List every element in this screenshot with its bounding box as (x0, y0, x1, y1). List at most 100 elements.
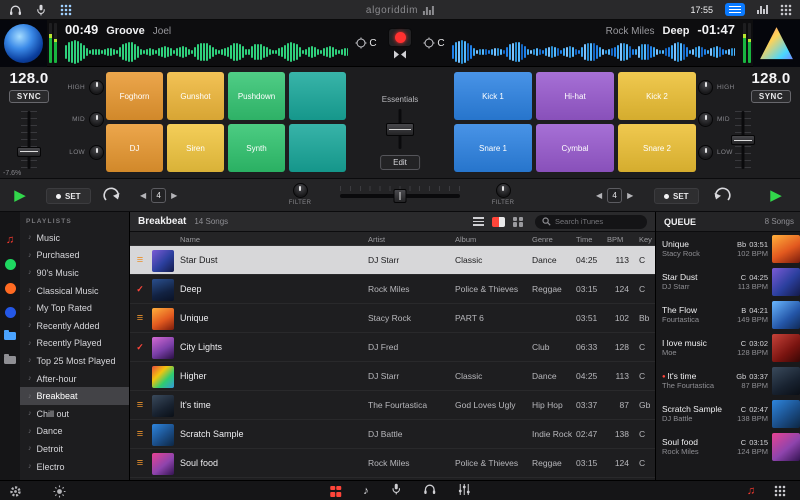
crossfader[interactable] (340, 186, 460, 204)
eq-mid-knob[interactable] (698, 112, 713, 127)
itunes-library-icon-active[interactable]: ♫ (744, 484, 758, 498)
headphones-icon[interactable] (8, 3, 22, 17)
levels-icon[interactable] (757, 5, 768, 14)
search-input[interactable] (555, 217, 640, 226)
deck-left-cue-jump-icon[interactable] (102, 187, 122, 203)
pitch-fader-thumb[interactable] (731, 135, 755, 145)
sample-pad[interactable]: Siren (167, 124, 224, 172)
track-marker-icon[interactable] (132, 283, 148, 295)
eq-high-knob[interactable] (89, 80, 104, 95)
loop-length-value[interactable]: 4 (607, 188, 622, 203)
playlist-item[interactable]: ♪ Breakbeat (20, 387, 129, 405)
deck-left-waveform[interactable] (65, 38, 348, 66)
beatport-source-icon[interactable] (4, 306, 16, 318)
fx-sliders-icon[interactable] (458, 482, 470, 500)
playlist-item[interactable]: ♪ Purchased (20, 247, 129, 265)
track-marker-icon[interactable] (132, 254, 148, 266)
eq-mid-knob[interactable] (89, 112, 104, 127)
crossfader-thumb[interactable] (394, 189, 407, 203)
sample-pad[interactable]: Gunshot (167, 72, 224, 120)
track-marker-icon[interactable] (132, 312, 148, 324)
track-row[interactable]: City Lights DJ Fred Club 06:33 128 C (130, 333, 655, 362)
sampler-fader-thumb[interactable] (386, 123, 414, 136)
column-name[interactable]: Name (180, 235, 200, 244)
sources-grid-icon[interactable] (773, 484, 787, 498)
list-view-icon[interactable] (473, 217, 484, 226)
track-row[interactable]: It's time The Fourtastica God Loves Ugly… (130, 391, 655, 420)
table-column-header[interactable]: Name Artist Album Genre Time BPM Key (130, 232, 655, 246)
loop-decrease-icon[interactable]: ◀ (596, 191, 602, 200)
track-row[interactable]: Higher DJ Starr Classic Dance 04:25 113 … (130, 362, 655, 391)
track-marker-icon[interactable] (132, 457, 148, 469)
playlist-item[interactable]: ♪ Dance (20, 423, 129, 441)
itunes-source-icon[interactable]: ♫ (4, 234, 16, 246)
sample-pad[interactable]: Synth (228, 124, 285, 172)
eq-low-knob[interactable] (698, 145, 713, 160)
playlist-item[interactable]: ♪ Electro (20, 458, 129, 476)
files-folder-icon[interactable] (4, 330, 16, 342)
deck-left-sync-button[interactable]: SYNC (9, 90, 49, 103)
playlist-item[interactable]: ♪ Classical Music (20, 282, 129, 300)
sample-pad[interactable]: Snare 1 (454, 124, 532, 172)
eq-low-knob[interactable] (89, 145, 104, 160)
deck-right-waveform[interactable] (452, 38, 735, 66)
soundcloud-source-icon[interactable] (4, 282, 16, 294)
playlist-item[interactable]: ♪ Recently Played (20, 335, 129, 353)
playlist-item[interactable]: ♪ Music (20, 229, 129, 247)
queue-item[interactable]: Soul food Rock Miles C03:15 124 BPM (656, 430, 800, 463)
microphone-icon[interactable] (34, 3, 48, 17)
sample-pad[interactable]: Kick 1 (454, 72, 532, 120)
sample-pad[interactable]: Foghorn (106, 72, 163, 120)
headphones-icon[interactable] (423, 482, 436, 500)
deck-left-cue-set-button[interactable]: SET (46, 188, 91, 204)
column-bpm[interactable]: BPM (607, 235, 623, 244)
queue-item[interactable]: It's time The Fourtastica Gb03:37 87 BPM (656, 364, 800, 397)
automix-transition-icon[interactable] (393, 50, 407, 59)
split-view-icon-active[interactable] (492, 217, 505, 227)
column-album[interactable]: Album (455, 235, 476, 244)
sample-pad[interactable] (289, 124, 346, 172)
sample-pad[interactable]: DJ (106, 124, 163, 172)
deck-left-pitch-fader[interactable] (16, 111, 42, 169)
sample-pad[interactable]: Snare 2 (618, 124, 696, 172)
search-box[interactable] (535, 215, 647, 229)
record-button[interactable] (388, 28, 412, 47)
grid-view-icon[interactable] (513, 217, 523, 227)
queue-item[interactable]: Unique Stacy Rock Bb03:51 102 BPM (656, 232, 800, 265)
edit-pads-button[interactable]: Edit (380, 155, 420, 170)
settings-gear-icon[interactable] (8, 484, 22, 498)
playlist-item[interactable]: ♪ 90's Music (20, 264, 129, 282)
queue-item[interactable]: The Flow Fourtastica B04:21 149 BPM (656, 298, 800, 331)
music-note-icon[interactable]: ♪ (363, 484, 369, 498)
column-genre[interactable]: Genre (532, 235, 553, 244)
track-row[interactable]: Star Dust DJ Starr Classic Dance 04:25 1… (130, 246, 655, 275)
playlist-item[interactable]: ♪ Chill out (20, 405, 129, 423)
loop-increase-icon[interactable]: ▶ (171, 191, 177, 200)
deck-right-cue-set-button[interactable]: SET (654, 188, 699, 204)
deck-left-key-badge[interactable]: C (354, 20, 378, 66)
filter-knob[interactable] (293, 183, 308, 198)
sample-pack-name[interactable]: Essentials (348, 95, 452, 104)
spotify-source-icon[interactable] (4, 258, 16, 270)
playlist-item[interactable]: ♪ Detroit (20, 440, 129, 458)
track-row[interactable]: Unique Stacy Rock PART 6 03:51 102 Bb (130, 304, 655, 333)
brightness-icon[interactable] (52, 484, 66, 498)
deck-right-pitch-fader[interactable] (730, 111, 756, 169)
sample-pad[interactable]: Hi-hat (536, 72, 614, 120)
queue-item[interactable]: I love music Moe C03:02 128 BPM (656, 331, 800, 364)
microphone-icon[interactable] (391, 482, 401, 500)
track-row[interactable]: Deep Rock Miles Police & Thieves Reggae … (130, 275, 655, 304)
list-view-toggle-icon[interactable] (725, 3, 745, 16)
queue-item[interactable]: Star Dust DJ Starr C04:25 113 BPM (656, 265, 800, 298)
column-artist[interactable]: Artist (368, 235, 385, 244)
playlist-item[interactable]: ♪ My Top Rated (20, 299, 129, 317)
sample-pad[interactable]: Pushdown (228, 72, 285, 120)
column-key[interactable]: Key (639, 235, 652, 244)
pitch-fader-thumb[interactable] (17, 147, 41, 157)
track-row[interactable]: Soul food Rock Miles Police & Thieves Re… (130, 449, 655, 478)
sample-pad[interactable]: Cymbal (536, 124, 614, 172)
queue-item[interactable]: Scratch Sample DJ Battle C02:47 138 BPM (656, 397, 800, 430)
track-marker-icon[interactable] (132, 341, 148, 353)
sample-pad[interactable] (289, 72, 346, 120)
sample-pad[interactable]: Kick 2 (618, 72, 696, 120)
